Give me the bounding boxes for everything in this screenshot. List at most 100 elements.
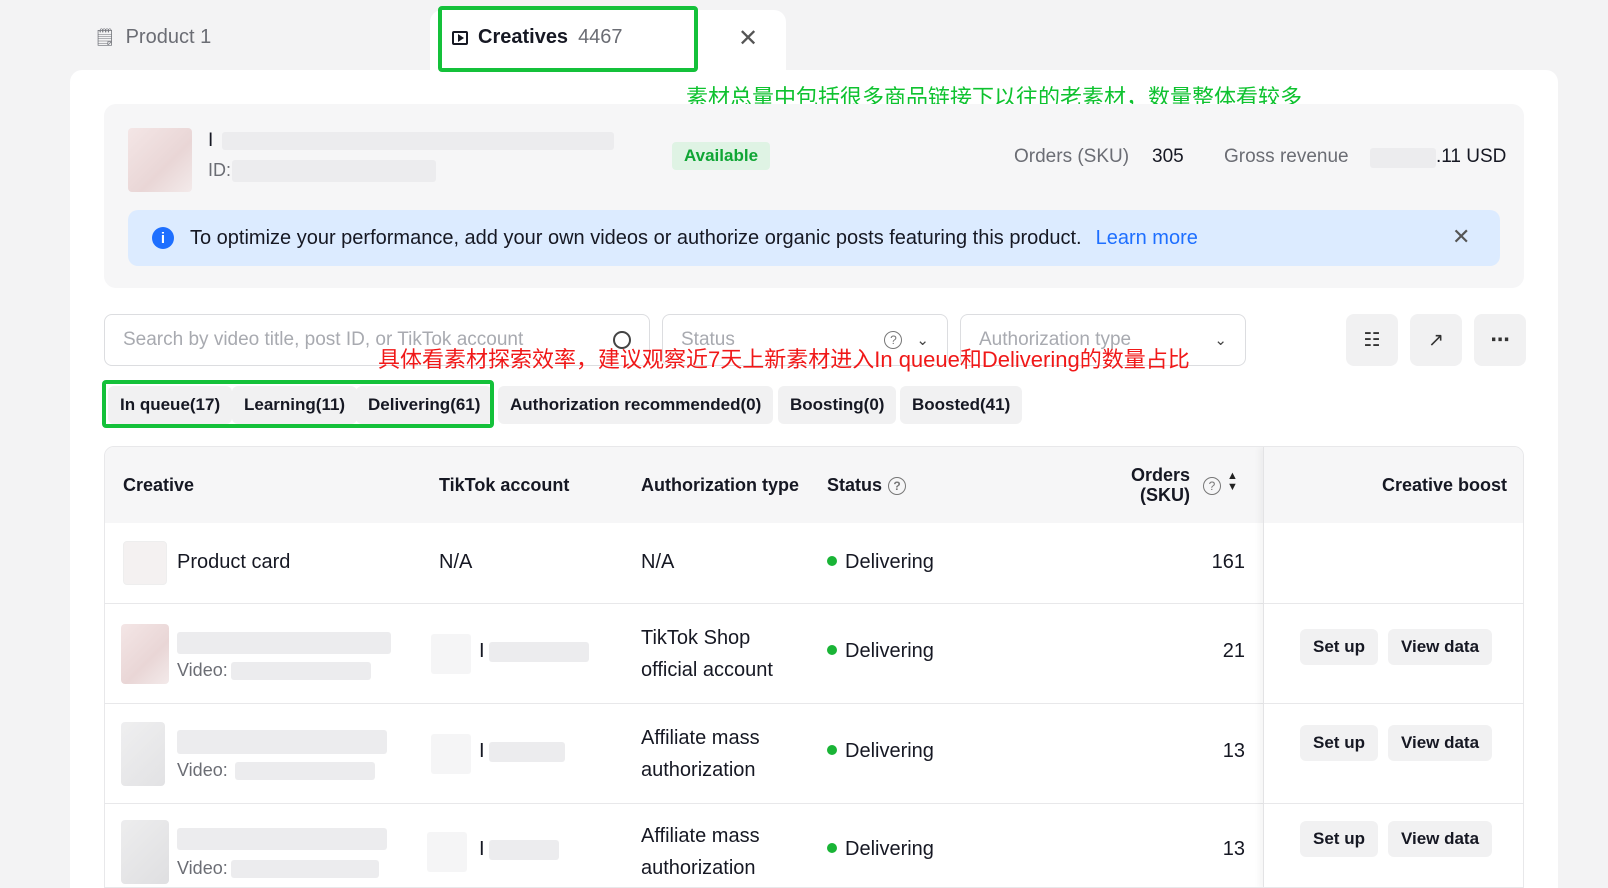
orders-value: 21	[1222, 640, 1245, 662]
status-cell: Delivering	[827, 838, 934, 861]
authorization-type: Affiliate mass authorization	[641, 722, 760, 786]
authorization-type: N/A	[641, 551, 675, 573]
status-badge: Available	[672, 142, 771, 170]
product-id-label: ID:	[208, 160, 232, 180]
col-orders-line1: Orders	[1131, 465, 1191, 485]
delivering-dot	[827, 842, 837, 853]
creative-name: Product card	[177, 551, 291, 573]
creative-title-redacted	[177, 730, 387, 754]
account-name-redacted	[489, 742, 565, 762]
col-status-label: Status	[827, 475, 883, 495]
tiktok-account: I	[479, 838, 485, 860]
authorization-type: Affiliate mass authorization	[641, 820, 760, 884]
delivering-dot	[827, 744, 837, 755]
close-tab-icon[interactable]: ✕	[738, 24, 758, 53]
video-label: Video:	[177, 660, 228, 680]
video-label: Video:	[177, 858, 228, 878]
product-name: I	[208, 130, 214, 151]
orders-value: 161	[1211, 551, 1245, 573]
account-avatar	[431, 634, 471, 674]
col-orders[interactable]: Orders (SKU)	[1131, 465, 1190, 505]
orders-help-icon: ?	[1203, 477, 1221, 495]
col-tiktok-account: TikTok account	[439, 475, 570, 495]
creative-title-redacted	[177, 828, 387, 850]
video-id-redacted	[231, 662, 371, 680]
video-id-redacted	[235, 762, 375, 780]
creative-title-redacted	[177, 632, 391, 654]
tiktok-account: I	[479, 640, 485, 662]
info-banner: i To optimize your performance, add your…	[128, 210, 1500, 266]
external-link-icon: ↗	[1428, 329, 1444, 351]
status-cell: Delivering	[827, 551, 934, 574]
account-avatar	[431, 734, 471, 774]
tab-product-label: Product 1	[125, 26, 212, 48]
highlight-box-creatives-tab	[438, 6, 698, 72]
view-data-button[interactable]: View data	[1388, 725, 1492, 761]
sort-icon[interactable]: ▲ ▼	[1227, 471, 1238, 493]
account-name-redacted	[489, 840, 559, 860]
tiktok-account: N/A	[439, 551, 473, 573]
setup-button[interactable]: Set up	[1300, 725, 1378, 761]
status-text: Delivering	[845, 551, 934, 573]
orders-sku-value: 305	[1152, 146, 1184, 167]
col-creative: Creative	[123, 475, 195, 495]
gross-revenue-redacted	[1370, 148, 1436, 168]
view-data-button[interactable]: View data	[1388, 821, 1492, 857]
creative-thumbnail	[121, 624, 169, 684]
auth-line1: TikTok Shop	[641, 627, 751, 649]
gross-revenue-label: Gross revenue	[1224, 146, 1349, 167]
tab-boosted[interactable]: Boosted(41)	[900, 386, 1023, 424]
orders-value: 13	[1222, 740, 1245, 762]
tiktok-account: I	[479, 740, 485, 762]
creatives-table: Creative TikTok account Authorization ty…	[104, 446, 1524, 888]
orders-value: 13	[1222, 838, 1245, 860]
status-cell: Delivering	[827, 740, 934, 763]
auth-line2: authorization	[641, 759, 756, 781]
video-id-redacted	[231, 860, 379, 878]
account-name-redacted	[489, 642, 589, 662]
info-banner-text: To optimize your performance, add your o…	[190, 226, 1082, 249]
auth-line2: authorization	[641, 857, 756, 879]
product-tab-icon: 🗒	[94, 27, 116, 47]
creative-thumbnail	[121, 722, 165, 786]
view-data-button[interactable]: View data	[1388, 629, 1492, 665]
account-avatar	[427, 832, 467, 872]
video-label: Video:	[177, 760, 228, 780]
col-authorization-type: Authorization type	[641, 475, 799, 495]
more-options-button[interactable]: ⋯	[1474, 314, 1526, 366]
close-banner-icon[interactable]: ✕	[1452, 224, 1470, 250]
status-text: Delivering	[845, 838, 934, 860]
chevron-down-icon: ⌄	[1214, 332, 1227, 349]
red-annotation-note: 具体看素材探索效率，建议观察近7天上新素材进入In queue和Deliveri…	[378, 347, 1190, 372]
more-dots-icon: ⋯	[1490, 329, 1510, 351]
setup-button[interactable]: Set up	[1300, 821, 1378, 857]
col-status: Status?	[827, 475, 907, 496]
creative-thumbnail	[123, 541, 167, 585]
orders-sku-label: Orders (SKU)	[1014, 146, 1130, 167]
status-text: Delivering	[845, 740, 934, 762]
auth-line1: Affiliate mass	[641, 825, 760, 847]
tab-authorization-recommended[interactable]: Authorization recommended(0)	[498, 386, 774, 424]
creative-thumbnail	[121, 820, 169, 884]
authorization-type: TikTok Shop official account	[641, 622, 773, 686]
highlight-box-status-tabs	[102, 380, 494, 428]
product-thumbnail	[128, 128, 192, 192]
status-help-icon: ?	[888, 477, 907, 496]
creative-boost-column: Set up View data Set up View data Set up…	[1263, 447, 1523, 887]
tab-product[interactable]: 🗒 Product 1	[94, 26, 211, 49]
column-settings-button[interactable]: ☷	[1346, 314, 1398, 366]
product-id-redacted	[232, 160, 436, 182]
tab-boosting[interactable]: Boosting(0)	[778, 386, 897, 424]
delivering-dot	[827, 644, 837, 655]
status-text: Delivering	[845, 640, 934, 662]
product-name-redacted	[222, 132, 614, 150]
info-icon: i	[152, 227, 174, 249]
status-cell: Delivering	[827, 640, 934, 663]
delivering-dot	[827, 555, 837, 566]
setup-button[interactable]: Set up	[1300, 629, 1378, 665]
learn-more-link[interactable]: Learn more	[1096, 227, 1198, 250]
export-button[interactable]: ↗	[1410, 314, 1462, 366]
gross-revenue-value: .11 USD	[1436, 146, 1507, 167]
auth-line2: official account	[641, 659, 773, 681]
auth-line1: Affiliate mass	[641, 727, 760, 749]
